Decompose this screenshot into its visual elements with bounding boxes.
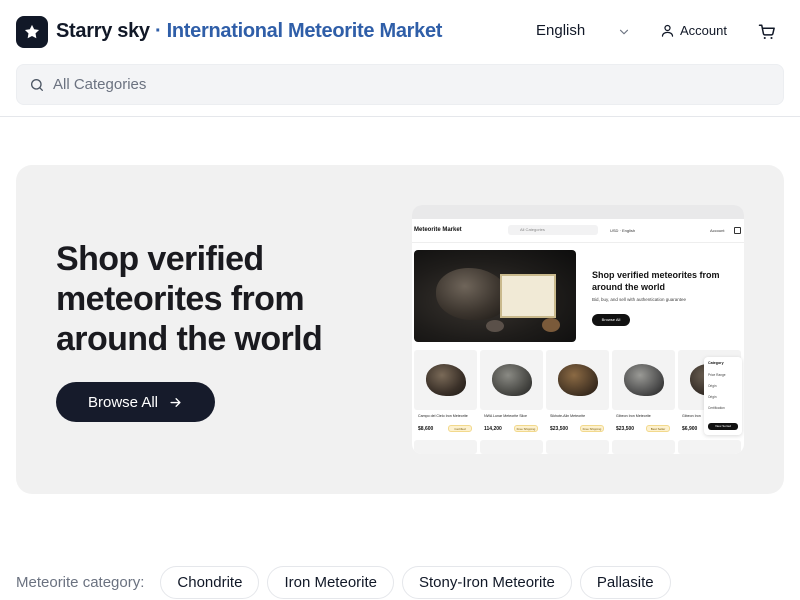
preview-product-card: Campo del Cielo Iron Meteorite $8,600 Ce…: [414, 350, 477, 434]
search-icon: [31, 79, 43, 91]
preview-product-card: [480, 440, 543, 454]
preview-brand: Meteorite Market: [414, 227, 462, 233]
hero-preview-image: Meteorite Market All Categories USD · En…: [412, 205, 744, 454]
user-icon: [661, 24, 674, 37]
product-tag: Certified: [448, 425, 472, 432]
filter-row: Origin: [708, 384, 717, 388]
site-title[interactable]: Starry sky · International Meteorite Mar…: [56, 20, 442, 43]
preview-cart-icon: [734, 227, 741, 234]
product-image: [480, 350, 543, 410]
preview-product-card: Gibeon Iron Meteorite $23,500 Best Selle…: [612, 350, 675, 434]
preview-browser-bar: [412, 205, 744, 219]
product-name: Gibeon Iron Meteorite: [616, 414, 651, 418]
product-tag: Free Shipping: [514, 425, 538, 432]
meteorite-fragment: [486, 320, 504, 332]
product-price: 114,200: [484, 426, 502, 432]
product-price: $8,600: [418, 426, 434, 432]
brand-primary: Starry sky: [56, 20, 150, 42]
meteorite-rock: [436, 268, 508, 320]
preview-product-card: Sikhote-Alin Meteorite $23,500 Free Ship…: [546, 350, 609, 434]
arrow-right-icon: [170, 397, 181, 407]
category-chip-pallasite[interactable]: Pallasite: [579, 566, 671, 599]
preview-currency-language: USD · English: [610, 228, 636, 233]
product-image: [612, 350, 675, 410]
product-price: $6,900: [682, 426, 698, 432]
certificate: [500, 274, 556, 318]
preview-product-card: NWA Lunar Meteorite Slice 114,200 Free S…: [480, 350, 543, 434]
preview-account: Account: [710, 228, 725, 233]
filter-button: View Sorted: [708, 423, 738, 430]
product-name: Campo del Cielo Iron Meteorite: [418, 414, 468, 418]
preview-title: Shop verified meteorites from around the…: [592, 270, 720, 292]
meteorite-fragment: [542, 318, 560, 332]
cart-icon[interactable]: [758, 23, 776, 41]
category-chip-iron-meteorite[interactable]: Iron Meteorite: [267, 566, 394, 599]
site-header: Starry sky · International Meteorite Mar…: [0, 0, 800, 117]
product-name: Sikhote-Alin Meteorite: [550, 414, 586, 418]
filter-title: Category: [708, 361, 724, 365]
preview-filter-panel: Category Price Range Origin Origin Certi…: [704, 357, 742, 435]
preview-product-card: [414, 440, 477, 454]
filter-row: Certification: [708, 406, 725, 410]
preview-product-card: [546, 440, 609, 454]
category-chip-stony-iron-meteorite[interactable]: Stony-Iron Meteorite: [402, 566, 572, 599]
preview-browse-button: Browse All: [592, 314, 630, 326]
browse-all-button[interactable]: Browse All: [56, 382, 215, 422]
preview-subtitle: Bid, buy, and sell with authentication g…: [592, 297, 686, 302]
browse-all-label: Browse All: [87, 393, 159, 411]
product-image: [546, 350, 609, 410]
preview-header: Meteorite Market All Categories USD · En…: [412, 219, 744, 243]
category-label: Meteorite category:: [16, 574, 145, 591]
product-tag: Best Seller: [646, 425, 670, 432]
preview-product-card: [612, 440, 675, 454]
language-select[interactable]: English: [536, 22, 585, 39]
product-image: [414, 350, 477, 410]
logo[interactable]: [16, 16, 48, 48]
category-filter-bar: Meteorite category: Chondrite Iron Meteo…: [16, 566, 671, 599]
product-price: $23,500: [616, 426, 635, 432]
account-label: Account: [680, 23, 727, 38]
product-name: NWA Lunar Meteorite Slice: [484, 414, 528, 418]
filter-row: Price Range: [708, 373, 726, 377]
chevron-down-icon[interactable]: [617, 25, 631, 39]
preview-search: All Categories: [508, 225, 598, 235]
filter-row: Origin: [708, 395, 717, 399]
account-button[interactable]: Account: [660, 23, 727, 38]
product-price: $23,500: [550, 426, 569, 432]
search-input[interactable]: [53, 65, 753, 104]
preview-meteorite-photo: [414, 250, 576, 342]
product-tag: Free Shipping: [580, 425, 604, 432]
search-bar: [16, 64, 784, 105]
hero-title: Shop verified meteorites from around the…: [56, 240, 323, 358]
hero-banner: Shop verified meteorites from around the…: [16, 165, 784, 494]
category-chip-chondrite[interactable]: Chondrite: [160, 566, 260, 599]
star-icon: [24, 24, 40, 39]
brand-secondary: International Meteorite Market: [166, 20, 443, 42]
preview-product-card: [678, 440, 741, 454]
brand-separator: ·: [149, 20, 167, 42]
